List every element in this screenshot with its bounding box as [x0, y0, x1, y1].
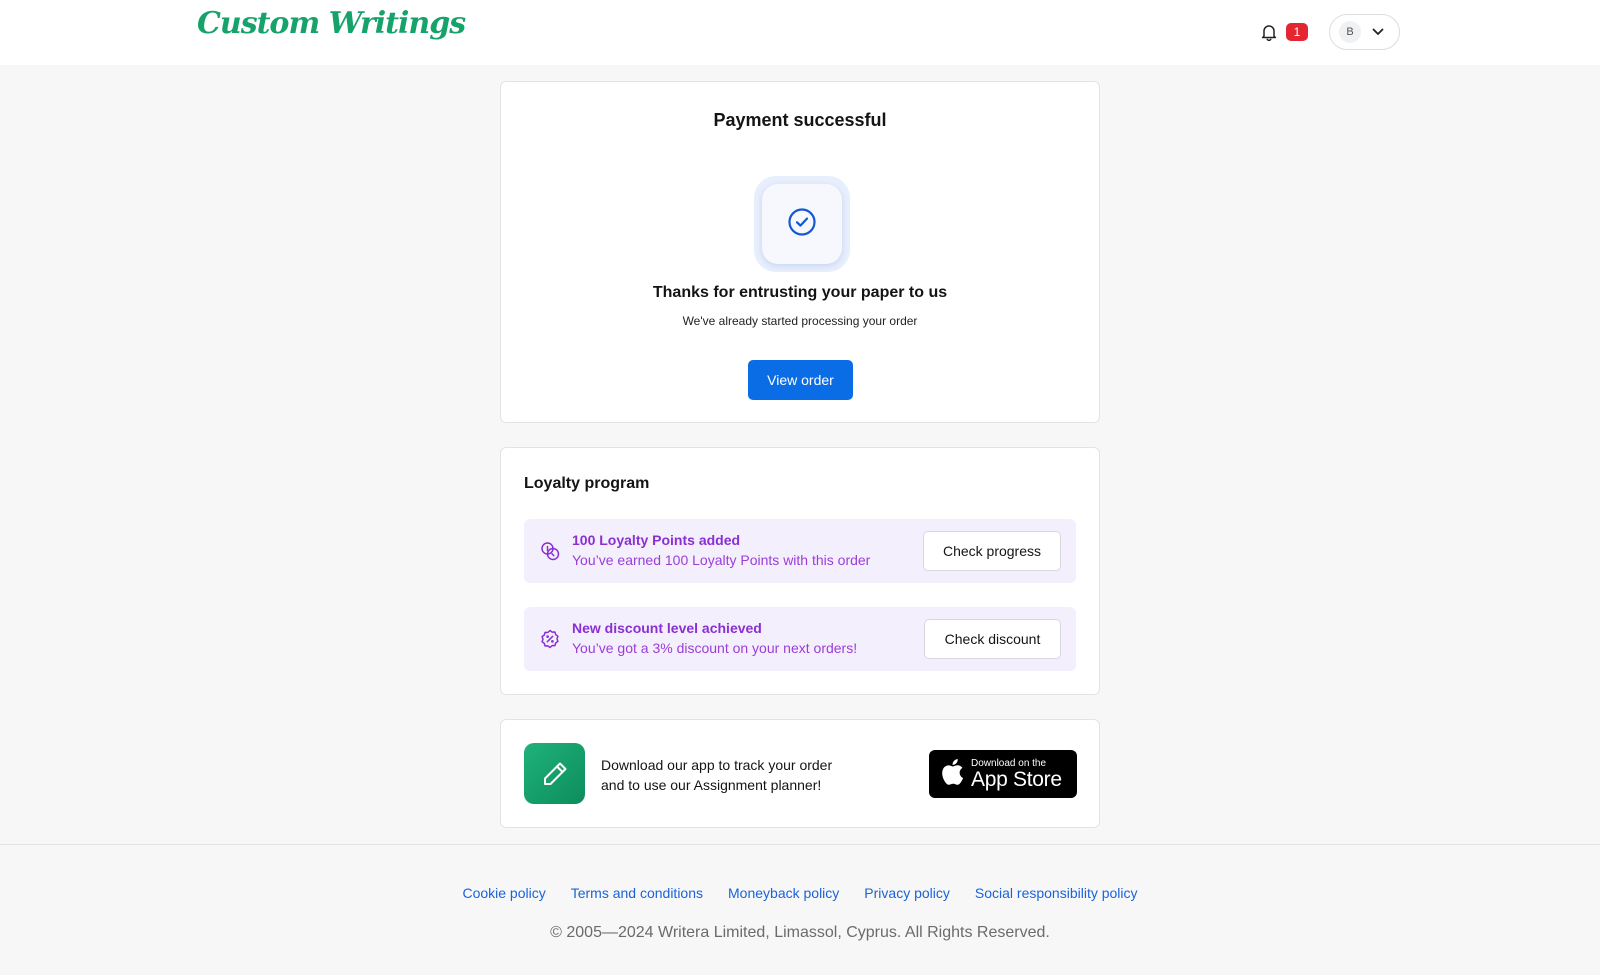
- check-circle-icon: [787, 207, 817, 242]
- footer-links: Cookie policy Terms and conditions Money…: [0, 885, 1600, 901]
- payment-success-card: Payment successful Thanks for entrusting…: [500, 81, 1100, 423]
- apple-icon: [940, 758, 964, 791]
- footer-link-privacy[interactable]: Privacy policy: [864, 885, 950, 901]
- footer-link-social-responsibility[interactable]: Social responsibility policy: [975, 885, 1138, 901]
- loyalty-points-item: 100 Loyalty Points added You’ve earned 1…: [524, 519, 1076, 583]
- check-discount-button[interactable]: Check discount: [924, 619, 1061, 659]
- app-store-big-label: App Store: [971, 767, 1062, 791]
- brand-logo[interactable]: Custom Writings: [197, 6, 466, 41]
- payment-title: Payment successful: [713, 110, 887, 130]
- footer-link-moneyback[interactable]: Moneyback policy: [728, 885, 839, 901]
- discount-level-description: You’ve got a 3% discount on your next or…: [572, 640, 858, 656]
- discount-level-heading: New discount level achieved: [572, 620, 762, 636]
- app-logo-icon: [524, 743, 585, 804]
- view-order-button[interactable]: View order: [748, 360, 853, 400]
- avatar: B: [1339, 21, 1361, 43]
- chevron-down-icon: [1371, 25, 1385, 39]
- loyalty-title: Loyalty program: [524, 475, 650, 492]
- app-store-button[interactable]: Download on the App Store: [929, 750, 1077, 798]
- footer-link-terms[interactable]: Terms and conditions: [571, 885, 703, 901]
- loyalty-points-heading: 100 Loyalty Points added: [572, 532, 741, 548]
- copyright-text: © 2005—2024 Writera Limited, Limassol, C…: [550, 924, 1050, 941]
- app-promo-line-1: Download our app to track your order: [601, 757, 833, 773]
- loyalty-points-description: You’ve earned 100 Loyalty Points with th…: [572, 552, 871, 568]
- top-header: Custom Writings 1 B: [0, 0, 1600, 65]
- user-menu-button[interactable]: B: [1329, 14, 1400, 50]
- app-promo-card: Download our app to track your order and…: [500, 719, 1100, 828]
- loyalty-program-card: Loyalty program 100 Loyalty Points added…: [500, 447, 1100, 695]
- app-store-small-label: Download on the: [971, 757, 1047, 769]
- success-badge: [754, 176, 850, 272]
- processing-subtitle: We've already started processing your or…: [682, 314, 918, 328]
- app-promo-text: Download our app to track your order and…: [601, 755, 881, 795]
- app-promo-line-2: and to use our Assignment planner!: [601, 777, 822, 793]
- check-progress-button[interactable]: Check progress: [923, 531, 1061, 571]
- thanks-heading: Thanks for entrusting your paper to us: [652, 284, 948, 301]
- discount-badge-icon: [540, 629, 560, 649]
- page-footer: Cookie policy Terms and conditions Money…: [0, 844, 1600, 975]
- footer-link-cookie-policy[interactable]: Cookie policy: [462, 885, 545, 901]
- bell-icon[interactable]: [1260, 22, 1278, 42]
- discount-level-item: New discount level achieved You’ve got a…: [524, 607, 1076, 671]
- notification-count-badge: 1: [1286, 23, 1308, 41]
- coins-icon: [540, 541, 560, 561]
